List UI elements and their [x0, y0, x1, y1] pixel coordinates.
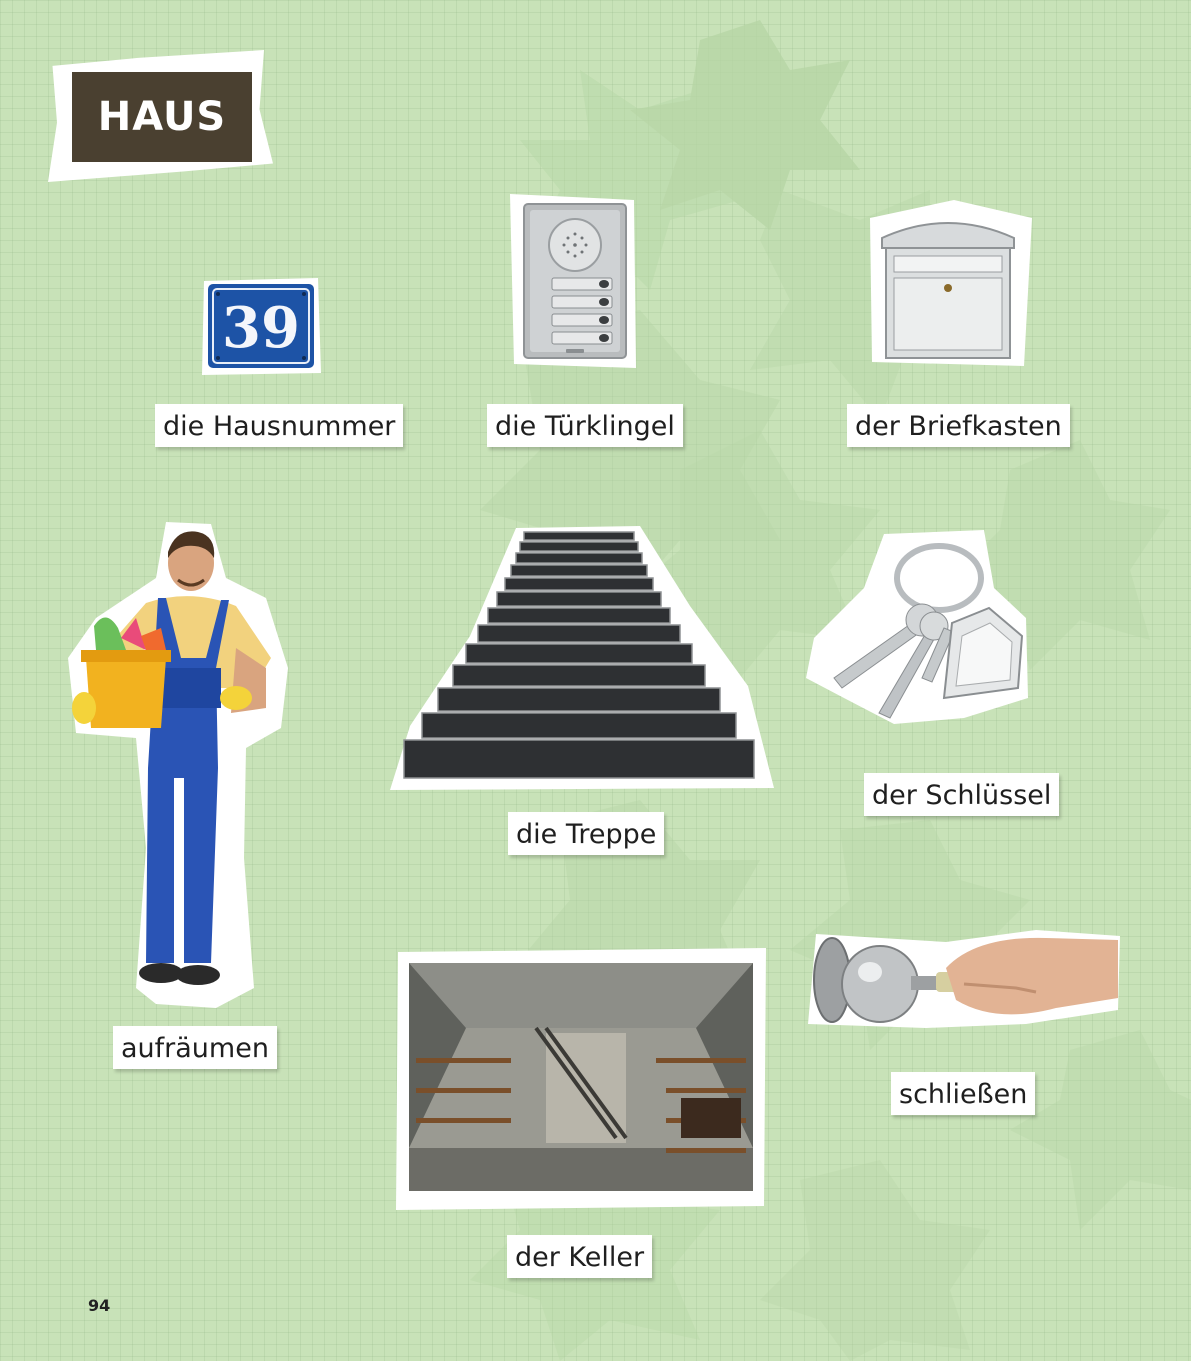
- house-number-digits: 39: [222, 295, 300, 361]
- label-hausnummer: die Hausnummer: [155, 404, 404, 447]
- key-in-lock-icon: [808, 930, 1120, 1028]
- page-title: HAUS: [72, 72, 252, 162]
- label-schliessen: schließen: [891, 1072, 1036, 1115]
- staircase-icon: [390, 526, 774, 790]
- label-tuerklingel: die Türklingel: [487, 404, 683, 447]
- label-aufraeumen: aufräumen: [113, 1026, 277, 1069]
- cleaning-man-icon: [68, 522, 288, 1008]
- cellar-icon: [396, 948, 766, 1210]
- label-briefkasten: der Briefkasten: [847, 404, 1070, 447]
- keys-icon: [806, 530, 1028, 724]
- page-number: 94: [88, 1296, 111, 1315]
- doorbell-panel-icon: [510, 194, 636, 368]
- mailbox-icon: [870, 200, 1032, 366]
- label-treppe: die Treppe: [508, 812, 665, 855]
- label-keller: der Keller: [507, 1235, 653, 1278]
- house-number-plate-icon: 39: [202, 278, 321, 375]
- label-schluessel: der Schlüssel: [864, 773, 1060, 816]
